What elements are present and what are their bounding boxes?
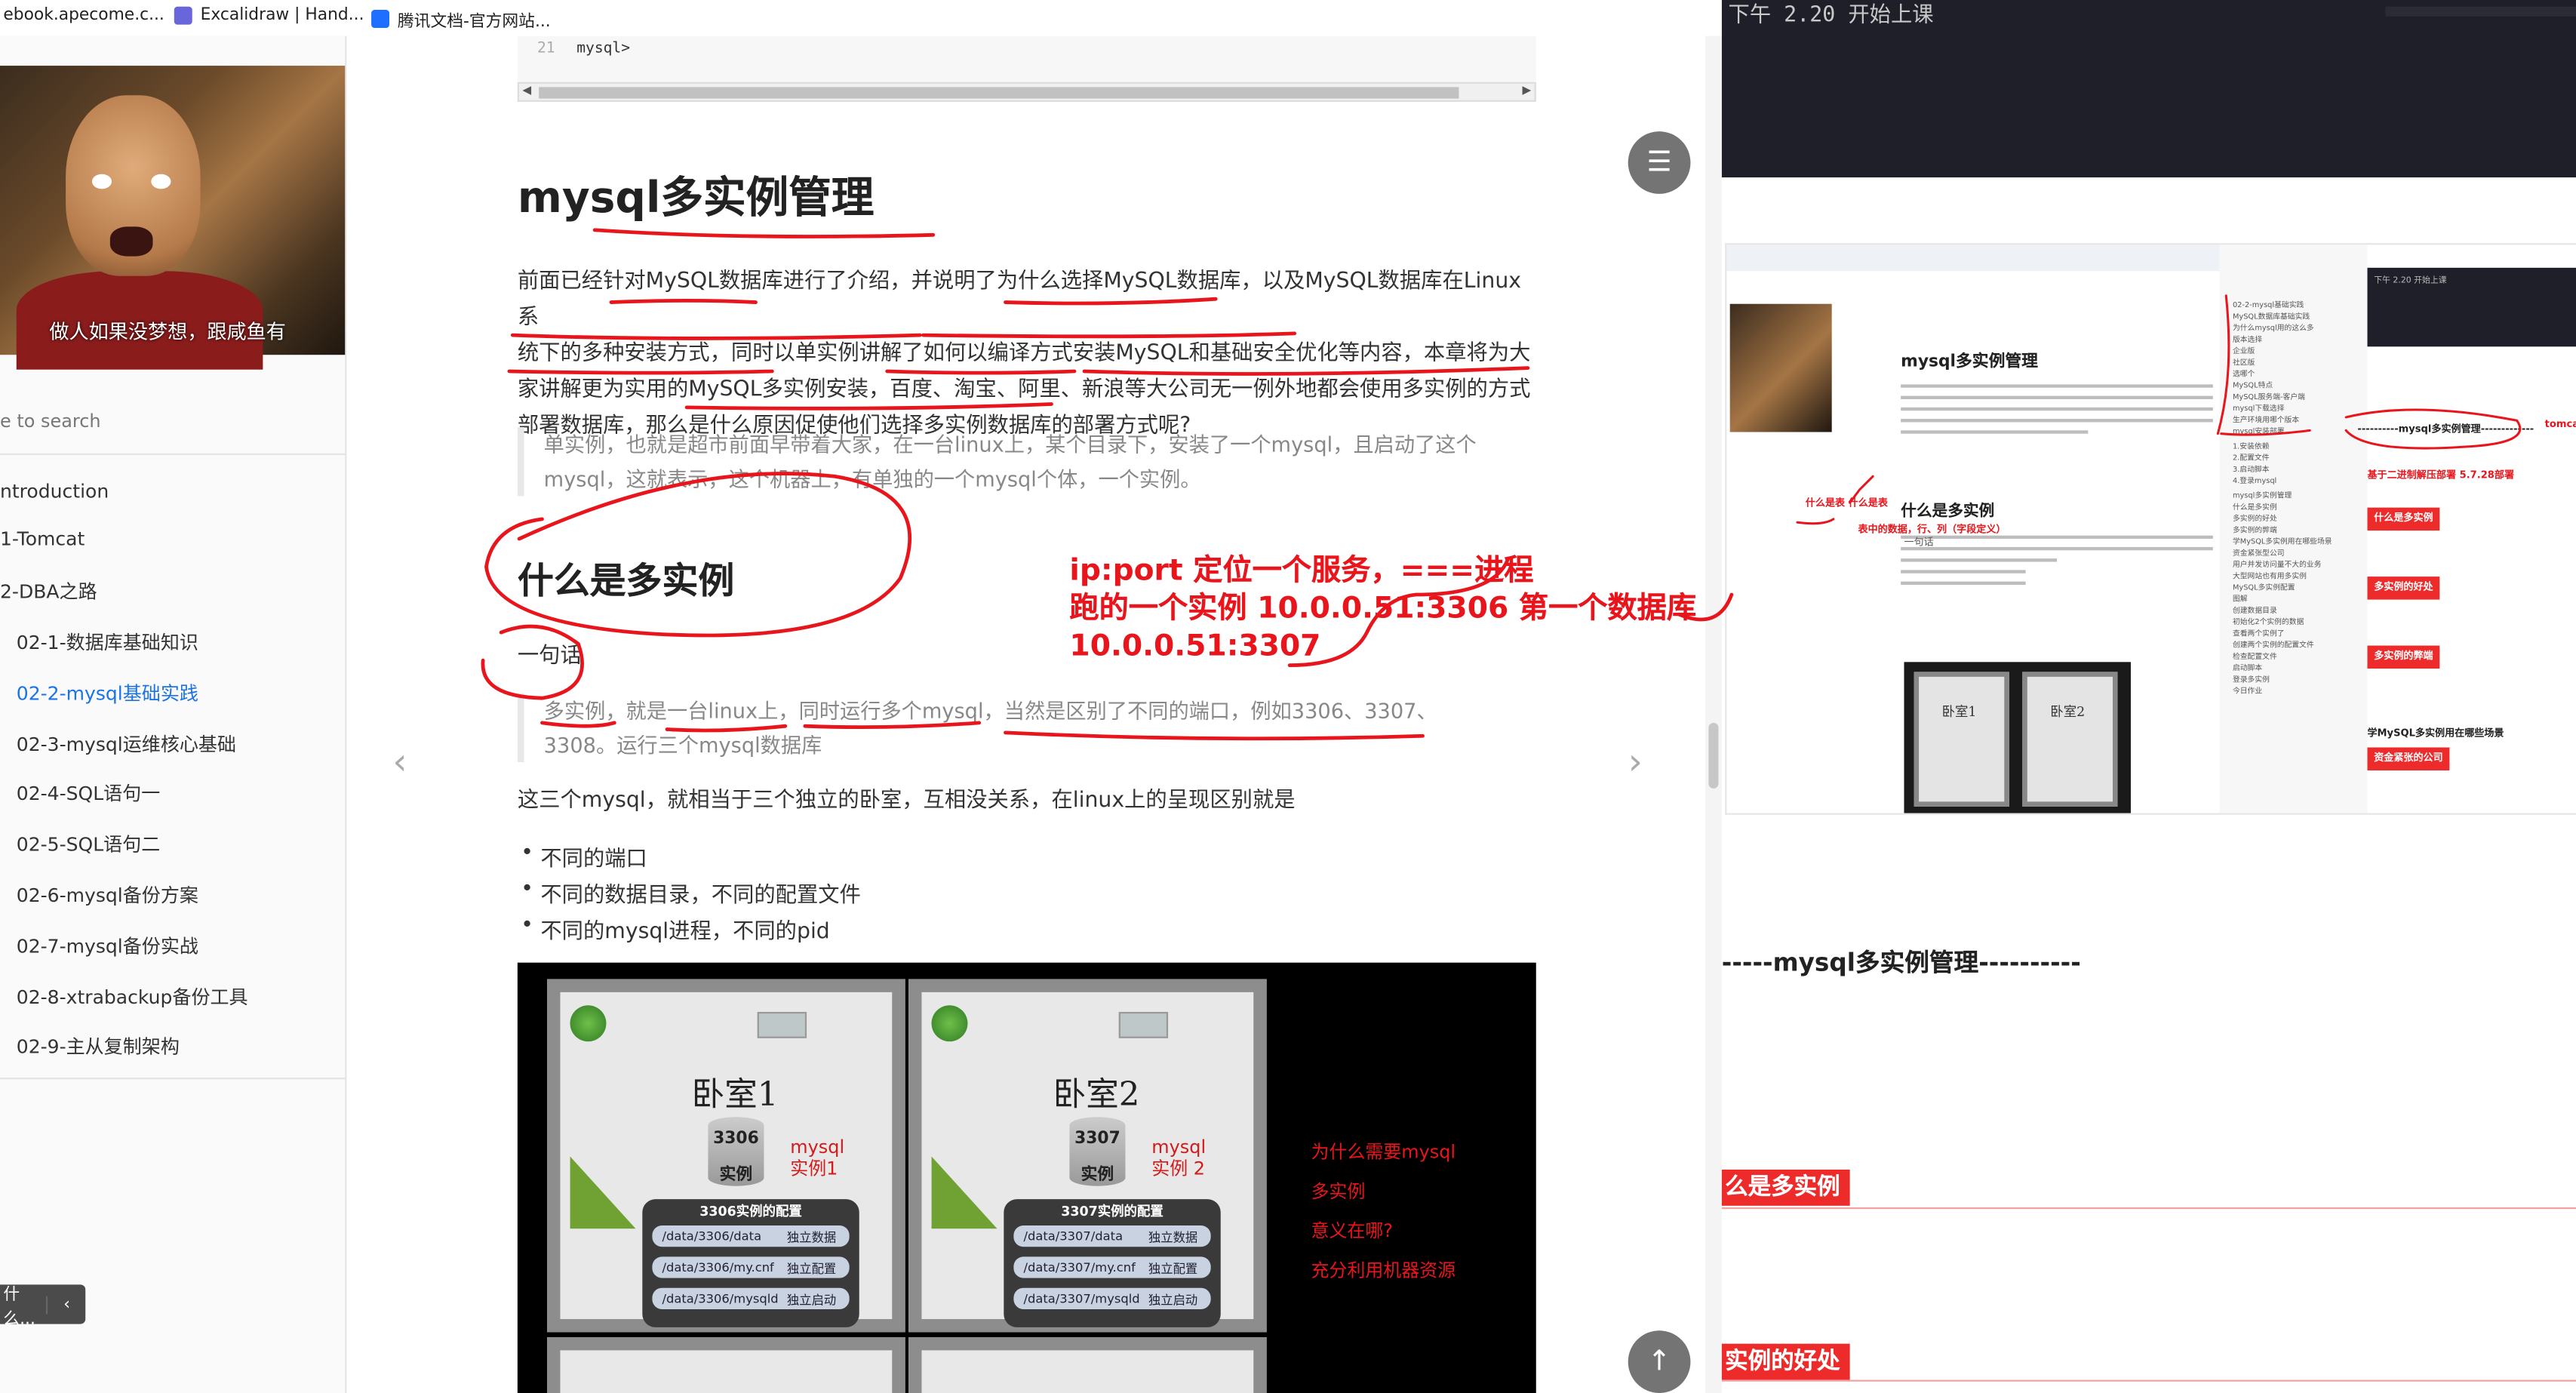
sidebar-item-tomcat[interactable]: 1-Tomcat xyxy=(0,527,85,550)
scroll-left-icon[interactable]: ◀ xyxy=(522,84,531,97)
sidebar: 做人如果没梦想，跟咸鱼有 e to search ntroduction 1-T… xyxy=(0,35,347,1393)
bookmarks-bar: ebook.apecome.c... Excalidraw | Hand... … xyxy=(0,0,1722,38)
arrow-up-icon: ↑ xyxy=(1647,1345,1671,1379)
chevron-right-icon: › xyxy=(1628,742,1643,784)
sidebar-item-02-4[interactable]: 02-4-SQL语句一 xyxy=(17,780,161,807)
door-icon xyxy=(931,1156,998,1229)
config-box: 3306实例的配置 /data/3306/data 独立数据 /data/3306… xyxy=(642,1199,859,1327)
sidebar-item-02-3[interactable]: 02-3-mysql运维核心基础 xyxy=(17,731,236,758)
tencent-docs-icon xyxy=(371,10,390,29)
list-item: 不同的mysql进程，不同的pid xyxy=(521,913,830,944)
mini-screenshot: mysql多实例管理 什么是多实例 卧室1 卧室2 02-2-mysql基础实践… xyxy=(1725,243,2576,815)
sidebar-item-introduction[interactable]: ntroduction xyxy=(0,480,109,503)
bookmark-excalidraw[interactable]: Excalidraw | Hand... xyxy=(174,6,364,25)
rooms-paragraph: 这三个mysql，就相当于三个独立的卧室，互相没关系，在linux上的呈现区别就… xyxy=(517,788,1296,813)
right-section-what: 么是多实例 xyxy=(1721,1169,1850,1206)
chevron-left-icon: ‹ xyxy=(392,742,407,784)
intro-paragraph: 前面已经针对MySQL数据库进行了介绍，并说明了为什么选择MySQL数据库，以及… xyxy=(517,269,1531,439)
door-icon xyxy=(570,1156,636,1229)
sidebar-item-02-5[interactable]: 02-5-SQL语句二 xyxy=(17,832,161,858)
sidebar-item-02-8[interactable]: 02-8-xtrabackup备份工具 xyxy=(17,984,248,1010)
sidebar-item-02-7[interactable]: 02-7-mysql备份实战 xyxy=(17,933,198,959)
article: 21 mysql> ◀ ▶ mysql多实例管理 前面已经针对MySQL数据库进… xyxy=(346,35,1722,1393)
plant-icon xyxy=(570,1005,607,1042)
multi-instance-quote: 多实例，就是一台linux上，同时运行多个mysql，当然是区别了不同的端口，例… xyxy=(517,693,1520,763)
prev-page-button[interactable]: ‹ xyxy=(392,743,407,783)
collapse-sidebar-button[interactable]: 什么... ‹ xyxy=(0,1284,86,1329)
avatar: 做人如果没梦想，跟咸鱼有 xyxy=(0,66,346,370)
right-panel: 下午 2.20 开始上课 mysql多实例管理 什么是多实例 卧室1 卧室2 0… xyxy=(1721,0,2576,1393)
back-to-top-button[interactable]: ↑ xyxy=(1628,1330,1691,1393)
database-icon: 3307 实例 xyxy=(1069,1117,1126,1186)
code-scrollbar[interactable]: ◀ ▶ xyxy=(517,81,1536,102)
plant-icon xyxy=(931,1005,968,1042)
page-scrollbar[interactable] xyxy=(1705,35,1722,1393)
right-heading: -----mysql多实例管理---------- xyxy=(1721,948,2081,978)
bookmark-tencent-docs[interactable]: 腾讯文档-官方网站... xyxy=(371,7,551,31)
right-section-benefit: 实例的好处 xyxy=(1721,1343,1850,1380)
terminal-window: 下午 2.20 开始上课 xyxy=(1721,0,2576,178)
sidebar-item-02-9[interactable]: 02-9-主从复制架构 xyxy=(17,1033,180,1059)
scroll-right-icon[interactable]: ▶ xyxy=(1523,84,1532,97)
list-item: 不同的端口 xyxy=(521,841,647,872)
room-2: 卧室2 3307 实例 mysql 实例 2 3307实例的配置 /data/3… xyxy=(908,979,1267,1333)
config-box: 3307实例的配置 /data/3307/data 独立数据 /data/3307… xyxy=(1004,1199,1221,1327)
annotation-text: ip:port 定位一个服务，===进程 跑的一个实例 10.0.0.51:33… xyxy=(1069,553,1697,664)
sidebar-item-dba[interactable]: 2-DBA之路 xyxy=(0,578,97,604)
chevron-left-icon: ‹ xyxy=(46,1295,85,1314)
hamburger-menu-icon: ☰ xyxy=(1646,146,1672,180)
section-heading: 什么是多实例 xyxy=(517,561,735,603)
mini-avatar xyxy=(1729,303,1832,432)
page-title: mysql多实例管理 xyxy=(517,174,875,224)
mini-toc: 02-2-mysql基础实践 MySQL数据库基础实践 为什么mysql用的这么… xyxy=(2219,244,2368,813)
excalidraw-icon xyxy=(174,6,192,25)
menu-button[interactable]: ☰ xyxy=(1628,131,1691,194)
multi-instance-diagram: 卧室1 3306 实例 mysql 实例1 3306实例的配置 /data/33… xyxy=(517,962,1536,1393)
sidebar-item-02-1[interactable]: 02-1-数据库基础知识 xyxy=(17,629,198,656)
search-input[interactable]: e to search xyxy=(0,411,101,432)
sidebar-item-02-6[interactable]: 02-6-mysql备份方案 xyxy=(17,882,198,909)
single-instance-quote: 单实例，也就是超市前面早带着大家，在一台linux上，某个目录下，安装了一个my… xyxy=(517,426,1520,497)
room-1: 卧室1 3306 实例 mysql 实例1 3306实例的配置 /data/33… xyxy=(547,979,905,1333)
list-item: 不同的数据目录，不同的配置文件 xyxy=(521,877,861,908)
avatar-caption: 做人如果没梦想，跟咸鱼有 xyxy=(49,320,286,343)
bookmark-ebook[interactable]: ebook.apecome.c... xyxy=(3,7,164,25)
sidebar-item-02-2[interactable]: 02-2-mysql基础实践 xyxy=(17,680,198,706)
next-page-button[interactable]: › xyxy=(1628,743,1643,783)
database-icon: 3306 实例 xyxy=(708,1117,764,1186)
